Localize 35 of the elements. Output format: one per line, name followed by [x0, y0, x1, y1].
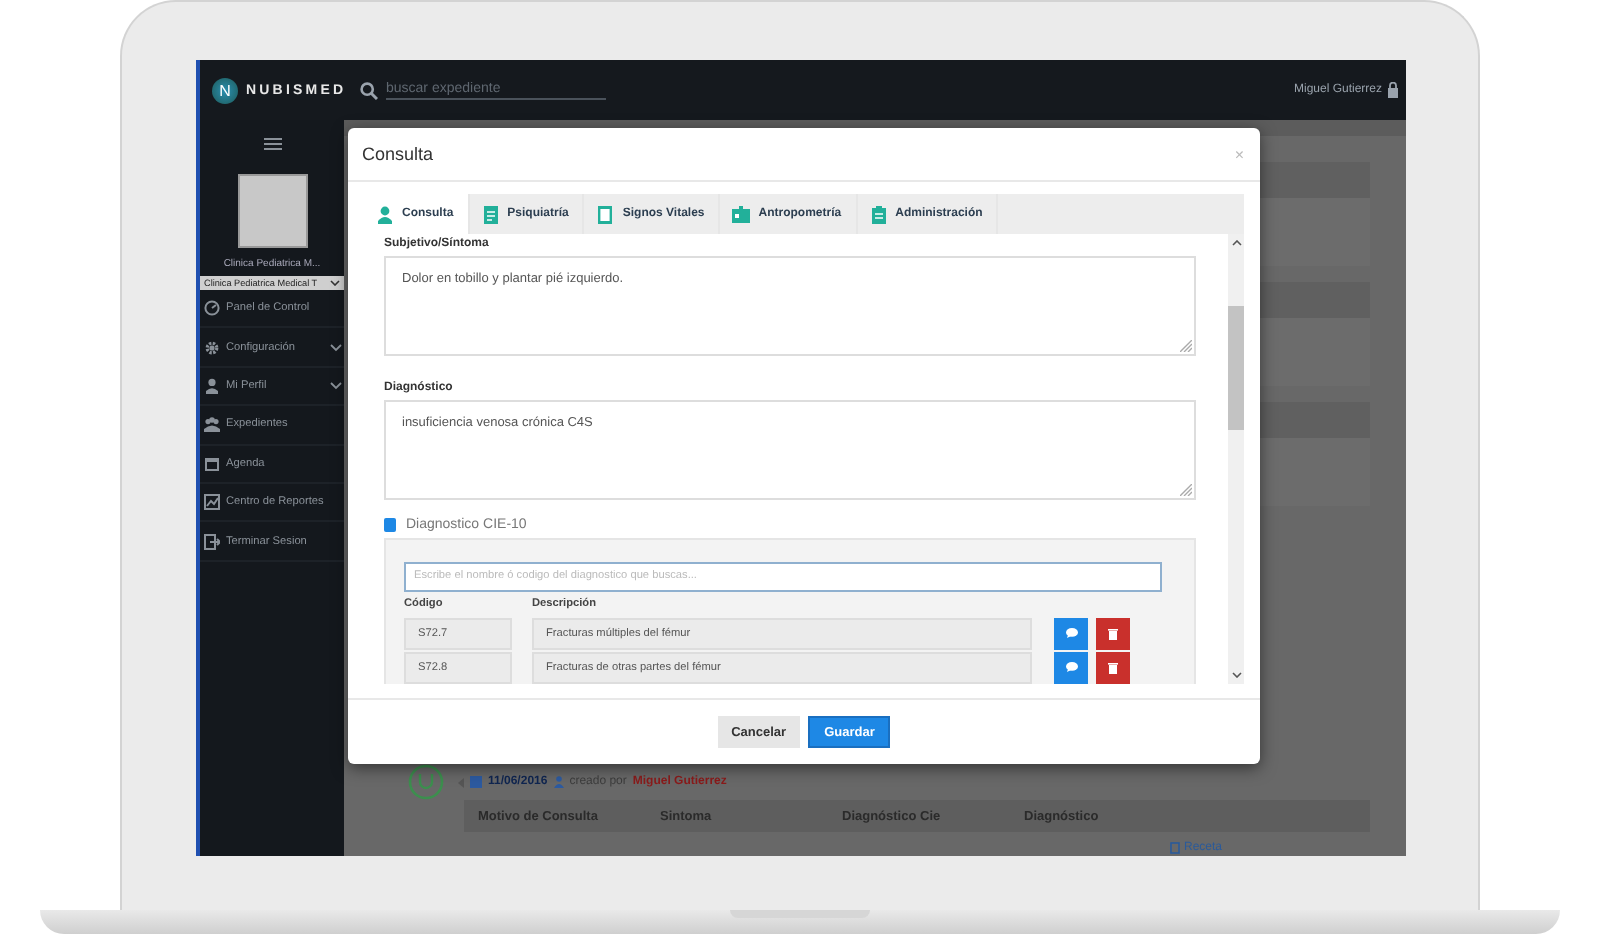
resize-grip-icon — [1180, 340, 1192, 352]
chevron-down-icon — [1231, 672, 1241, 678]
trash-icon — [1108, 661, 1118, 673]
trash-icon — [1108, 627, 1118, 639]
chart-icon — [204, 494, 220, 511]
modal-title: Consulta — [362, 144, 434, 164]
clipboard-icon — [869, 205, 888, 223]
book-icon — [384, 518, 396, 532]
chevron-up-icon — [1231, 240, 1241, 246]
sign-out-icon — [204, 533, 220, 550]
logo-mark: N — [212, 77, 238, 103]
calculator-icon — [596, 205, 615, 223]
person-icon — [376, 205, 394, 223]
document-icon — [1169, 841, 1180, 853]
speech-bubble-icon — [1065, 628, 1077, 638]
resize-grip-icon — [1180, 484, 1192, 496]
gear-icon — [204, 339, 220, 356]
people-icon — [204, 416, 220, 433]
gauge-icon — [204, 300, 220, 317]
scrollbar[interactable] — [1228, 234, 1244, 684]
comment-button[interactable] — [1054, 617, 1088, 649]
speech-bubble-icon — [1065, 662, 1077, 672]
calendar-icon — [470, 776, 482, 788]
id-card-icon — [732, 205, 751, 223]
chevron-down-icon — [330, 280, 340, 286]
clinic-logo-placeholder — [237, 174, 307, 248]
search-icon — [360, 81, 378, 99]
delete-button[interactable] — [1096, 651, 1130, 683]
menu-icon — [263, 138, 281, 150]
person-icon — [204, 377, 220, 394]
lock-icon — [1388, 82, 1398, 98]
document-icon — [481, 205, 500, 223]
comment-button[interactable] — [1054, 651, 1088, 683]
person-icon — [553, 776, 564, 788]
delete-button[interactable] — [1096, 617, 1130, 649]
